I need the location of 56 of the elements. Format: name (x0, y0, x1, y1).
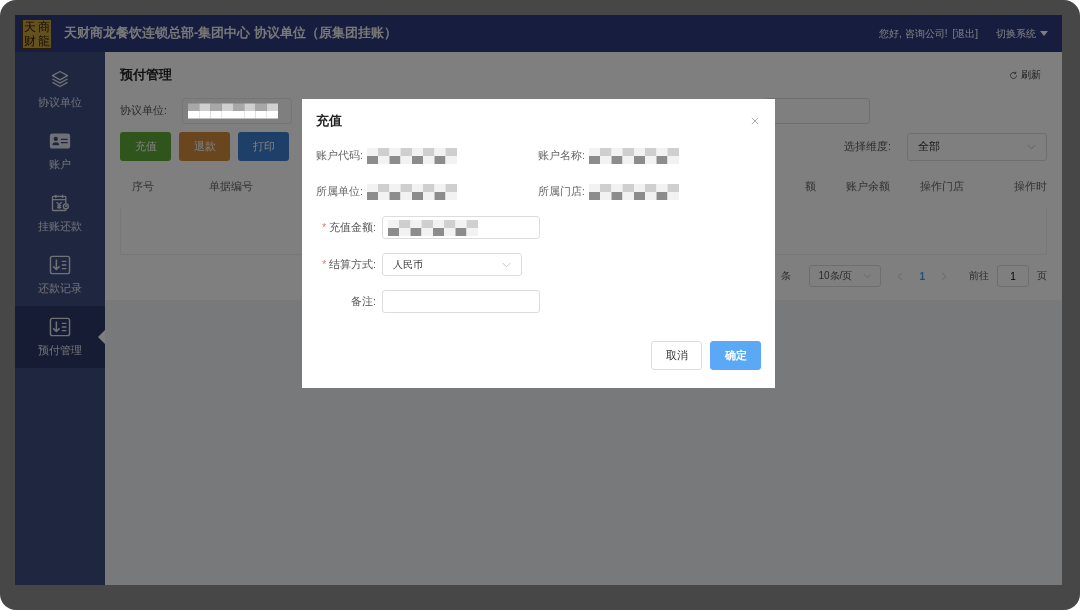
required-mark: * (322, 222, 327, 233)
action-button[interactable]: 打印 (238, 132, 289, 161)
required-mark: * (322, 259, 327, 270)
page-size-select[interactable]: 10条/页 (809, 265, 882, 287)
sidebar-item[interactable]: 账户 (15, 120, 105, 182)
page-title: 预付管理 (120, 66, 172, 84)
download-list-icon (49, 254, 71, 275)
calendar-icon (49, 192, 71, 213)
column-header: 操作时 (1014, 180, 1047, 194)
dimension-select[interactable]: 全部 (907, 132, 1047, 161)
form-label: 充值金额: (329, 220, 376, 235)
refresh-icon (1009, 70, 1018, 80)
logout-link[interactable]: [退出] (952, 26, 978, 41)
sidebar-item[interactable]: 挂账还款 (15, 182, 105, 244)
field-label: 账户代码: (316, 149, 363, 163)
form-label: 备注: (351, 294, 376, 309)
sidebar-item[interactable]: 还款记录 (15, 244, 105, 306)
download-list-icon (49, 316, 71, 337)
column-header: 账户余额 (846, 180, 890, 194)
caret-icon (1040, 31, 1048, 36)
dialog-button[interactable]: 确定 (710, 341, 761, 370)
page-number[interactable]: 1 (919, 270, 925, 282)
close-icon[interactable] (751, 117, 759, 125)
refresh-button[interactable]: 刷新 (1003, 67, 1047, 83)
action-button[interactable]: 退款 (179, 132, 230, 161)
app-title: 天财商龙餐饮连锁总部-集团中心 协议单位（原集团挂账） (64, 25, 397, 42)
goto-label: 前往 (969, 269, 989, 283)
column-header: 额 (805, 180, 816, 194)
filter-label: 协议单位: (120, 104, 167, 118)
field-label: 所属单位: (316, 185, 363, 199)
dialog-button[interactable]: 取消 (651, 341, 702, 370)
dialog-title: 充值 (316, 112, 342, 130)
input-field[interactable] (382, 290, 540, 313)
chevron-down-icon (502, 261, 511, 268)
field-label: 所属门店: (538, 185, 585, 199)
column-header: 单据编号 (209, 180, 253, 194)
chevron-down-icon (1027, 143, 1036, 150)
logo: 天 商 财 龍 (22, 18, 52, 49)
greeting-text: 您好, 咨询公司! (879, 26, 948, 41)
switch-system-menu[interactable]: 切换系统 (996, 26, 1048, 41)
agreement-unit-field[interactable] (181, 98, 292, 124)
sidebar-item[interactable]: 预付管理 (15, 306, 105, 368)
dimension-label: 选择维度: (844, 139, 891, 154)
input-field[interactable] (382, 216, 540, 239)
layers-icon (49, 68, 71, 89)
form-label: 结算方式: (329, 257, 376, 272)
page-suffix: 页 (1037, 269, 1047, 283)
total-text: 条 (781, 269, 792, 283)
column-header: 序号 (132, 180, 154, 194)
goto-page-field[interactable]: 1 (997, 265, 1029, 287)
payment-method-select[interactable]: 人民币 (382, 253, 522, 276)
column-header: 操作门店 (920, 180, 964, 194)
id-card-icon (49, 130, 71, 151)
action-button[interactable]: 充值 (120, 132, 171, 161)
sidebar-item[interactable]: 协议单位 (15, 58, 105, 120)
field-label: 账户名称: (538, 149, 585, 163)
